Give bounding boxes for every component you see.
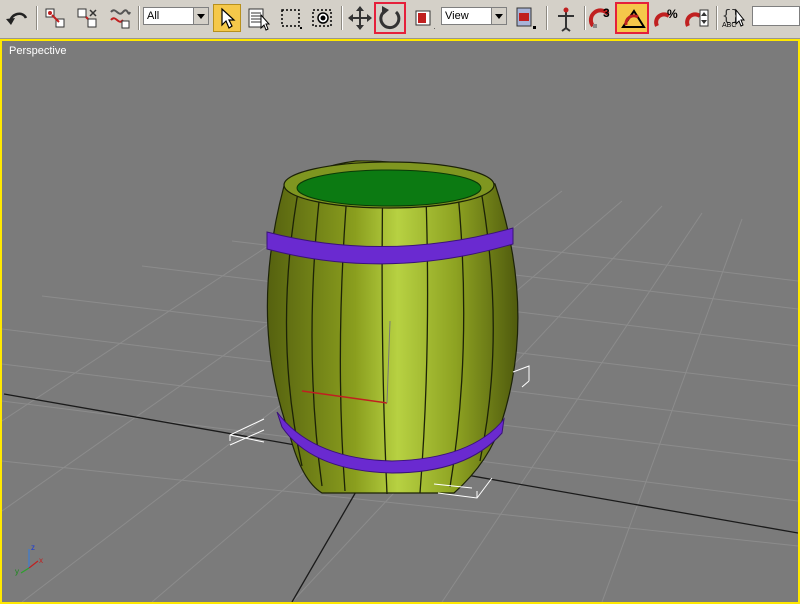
select-by-name-icon <box>248 8 271 31</box>
toolbar-separator <box>138 6 140 30</box>
select-and-link-icon <box>45 8 65 28</box>
select-object-icon <box>221 7 236 29</box>
axis-label-y: y <box>15 567 19 576</box>
undo-button[interactable] <box>4 4 32 32</box>
spinner-snap-toggle-icon <box>685 9 709 27</box>
axis-tripod <box>20 549 39 574</box>
reference-coordinate-system-dropdown[interactable]: View <box>441 7 507 25</box>
edit-named-selection-sets-button[interactable]: {} ABC <box>720 4 748 32</box>
toolbar-separator <box>36 6 38 30</box>
percent-snap-toggle-icon: % <box>654 7 678 27</box>
unlink-selection-button[interactable] <box>74 4 102 32</box>
select-object-button[interactable] <box>213 4 241 32</box>
chevron-down-icon <box>193 8 208 24</box>
select-and-scale-icon <box>415 10 435 29</box>
unlink-selection-icon <box>77 8 97 28</box>
use-pivot-center-icon <box>516 7 536 29</box>
axis-label-z: z <box>31 543 35 552</box>
axis-label-x: x <box>39 556 43 565</box>
toolbar-separator <box>716 6 718 30</box>
selection-filter-dropdown[interactable]: All <box>143 7 209 25</box>
select-and-move-icon <box>348 6 372 30</box>
named-selection-sets-input[interactable] <box>752 6 800 26</box>
snaps-toggle-button[interactable]: 3 <box>588 4 616 32</box>
viewport-label[interactable]: Perspective <box>9 45 66 57</box>
use-pivot-center-button[interactable] <box>512 4 540 32</box>
perspective-viewport[interactable]: Perspective z x y <box>0 39 800 604</box>
snaps-toggle-icon <box>588 8 610 28</box>
main-toolbar: All View 3 % {} ABC <box>0 0 800 39</box>
snap-dimension-label: 3 <box>603 6 610 20</box>
select-and-manipulate-icon <box>558 7 574 32</box>
select-and-manipulate-button[interactable] <box>552 4 580 32</box>
undo-icon <box>6 12 28 25</box>
select-and-rotate-icon <box>379 6 401 30</box>
reference-coordinate-system-value: View <box>445 10 469 22</box>
barrel-object <box>266 160 519 495</box>
window-crossing-icon <box>312 9 332 27</box>
angle-snap-toggle-button[interactable] <box>615 2 649 34</box>
toolbar-separator <box>546 6 548 30</box>
rectangular-selection-button[interactable] <box>277 4 305 32</box>
rectangular-selection-region-icon <box>281 9 302 29</box>
select-and-scale-button[interactable] <box>410 4 438 32</box>
toolbar-separator <box>341 6 343 30</box>
spinner-snap-toggle-button[interactable] <box>684 4 712 32</box>
angle-snap-toggle-icon <box>621 9 646 28</box>
select-by-name-button[interactable] <box>245 4 273 32</box>
select-and-rotate-button[interactable] <box>374 2 406 34</box>
window-crossing-button[interactable] <box>309 4 337 32</box>
bind-to-space-warp-button[interactable] <box>106 4 134 32</box>
toolbar-separator <box>584 6 586 30</box>
bind-to-space-warp-icon <box>110 9 131 29</box>
svg-text:%: % <box>667 7 678 21</box>
percent-snap-toggle-button[interactable]: % <box>653 4 681 32</box>
selection-filter-value: All <box>147 10 160 22</box>
chevron-down-icon <box>491 8 506 24</box>
select-and-move-button[interactable] <box>346 4 374 32</box>
viewport-scene <box>2 160 798 602</box>
named-selection-abbreviation: ABC <box>722 22 737 29</box>
select-and-link-button[interactable] <box>42 4 70 32</box>
